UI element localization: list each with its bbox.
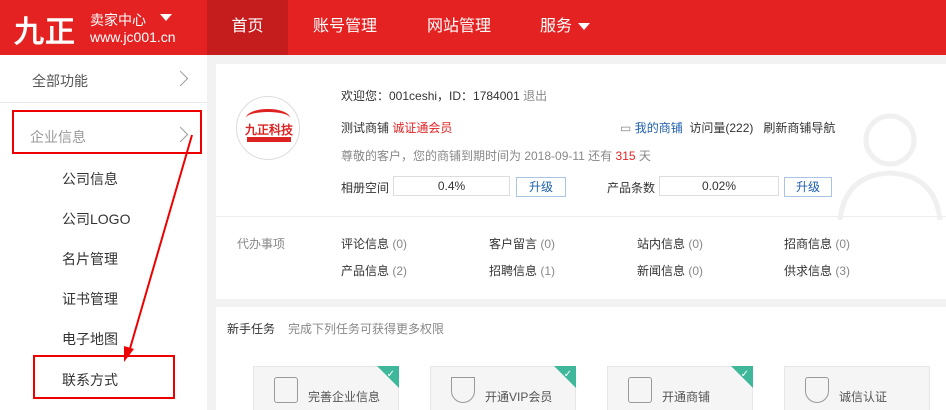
vip-diamond-icon xyxy=(451,377,475,403)
todo-label: 站内信息 xyxy=(637,237,686,251)
shop-icon: ▭ xyxy=(620,121,632,135)
logo-bar xyxy=(247,137,291,142)
user-silhouette-icon xyxy=(820,95,946,221)
tasks-title: 新手任务 xyxy=(227,322,276,336)
site-logo: 九正 xyxy=(14,15,76,50)
expiry-notice: 尊敬的客户，您的商铺到期时间为 2018-09-11 还有 315 天 xyxy=(341,147,651,164)
task-label: 完善企业信息 xyxy=(308,390,381,404)
expiry-days: 315 xyxy=(615,149,636,163)
sidebar-item-certificate[interactable]: 证书管理 xyxy=(62,289,118,309)
todo-title: 代办事项 xyxy=(237,237,286,251)
todo-count: (3) xyxy=(835,264,851,278)
refresh-nav-link[interactable]: 刷新商铺导航 xyxy=(763,121,835,135)
product-usage-bar: 0.02% xyxy=(659,176,779,196)
sidebar-all-label: 全部功能 xyxy=(32,73,88,89)
member-type[interactable]: 诚证通会员 xyxy=(392,121,452,135)
chevron-right-icon xyxy=(172,70,189,87)
todo-item[interactable]: 新闻信息 (0) xyxy=(637,262,703,279)
sidebar-item-company-logo[interactable]: 公司LOGO xyxy=(62,209,130,229)
shield-check-icon xyxy=(805,377,829,403)
todo-item[interactable]: 评论信息 (0) xyxy=(341,235,407,252)
document-icon xyxy=(274,377,298,403)
task-card-enterprise[interactable]: 完善企业信息 ✓ xyxy=(253,366,399,410)
album-usage-bar: 0.4% xyxy=(393,176,510,196)
album-upgrade-button[interactable]: 升级 xyxy=(516,177,566,197)
center-title[interactable]: 卖家中心 xyxy=(90,10,146,30)
divider xyxy=(216,216,946,217)
sidebar-item-company-info[interactable]: 公司信息 xyxy=(62,169,118,189)
tasks-subtitle: 完成下列任务可获得更多权限 xyxy=(288,322,445,336)
shop-name: 测试商铺 xyxy=(341,121,390,135)
todo-label: 招聘信息 xyxy=(489,264,538,278)
todo-item[interactable]: 产品信息 (2) xyxy=(341,262,407,279)
highlight-box-section xyxy=(12,110,202,154)
todo-item[interactable]: 供求信息 (3) xyxy=(784,262,850,279)
check-icon: ✓ xyxy=(563,369,572,380)
expiry-suffix: 天 xyxy=(638,149,651,163)
todo-label: 招商信息 xyxy=(784,237,833,251)
check-icon: ✓ xyxy=(386,369,395,380)
welcome-label: 欢迎您：001ceshi，ID：1784001 xyxy=(341,89,520,103)
check-icon: ✓ xyxy=(740,369,749,380)
task-card-shop[interactable]: 开通商铺 ✓ xyxy=(607,366,753,410)
brand-area[interactable]: 九正 卖家中心 www.jc001.cn xyxy=(0,0,207,55)
todo-count: (2) xyxy=(392,264,408,278)
todo-count: (0) xyxy=(688,237,704,251)
product-upgrade-button[interactable]: 升级 xyxy=(784,177,832,197)
nav-service-label: 服务 xyxy=(539,18,572,35)
welcome-text: 欢迎您：001ceshi，ID：1784001 退出 xyxy=(341,87,547,104)
task-label: 开通商铺 xyxy=(662,390,711,404)
logo-text: 九正科技 xyxy=(244,123,293,137)
todo-label: 评论信息 xyxy=(341,237,390,251)
nav-home[interactable]: 首页 xyxy=(207,0,288,55)
todo-count: (1) xyxy=(540,264,556,278)
album-label: 相册空间 xyxy=(341,181,390,195)
todo-label: 供求信息 xyxy=(784,264,833,278)
sidebar-all-functions[interactable]: 全部功能 xyxy=(0,55,207,103)
sidebar-item-map[interactable]: 电子地图 xyxy=(62,329,118,349)
todo-count: (0) xyxy=(392,237,408,251)
nav-service[interactable]: 服务 xyxy=(525,0,605,55)
todo-label: 客户留言 xyxy=(489,237,538,251)
caret-down-icon[interactable] xyxy=(160,14,172,21)
domain-text: www.jc001.cn xyxy=(90,29,176,45)
company-logo: 九正科技 xyxy=(236,96,300,160)
todo-label: 产品信息 xyxy=(341,264,390,278)
todo-item[interactable]: 站内信息 (0) xyxy=(637,235,703,252)
storefront-icon xyxy=(628,377,652,403)
my-shop-link[interactable]: 我的商铺 xyxy=(635,121,683,135)
sidebar-item-card[interactable]: 名片管理 xyxy=(62,249,118,269)
todo-count: (0) xyxy=(835,237,851,251)
task-card-vip[interactable]: 开通VIP会员 ✓ xyxy=(430,366,576,410)
product-label: 产品条数 xyxy=(607,181,656,195)
shop-name-row: 测试商铺 诚证通会员 xyxy=(341,119,452,136)
caret-down-icon xyxy=(578,23,590,31)
nav-website[interactable]: 网站管理 xyxy=(414,0,504,55)
todo-count: (0) xyxy=(540,237,556,251)
top-bar: 九正 卖家中心 www.jc001.cn 首页 账号管理 网站管理 服务 xyxy=(0,0,946,55)
shop-links: ▭ 我的商铺 访问量(222) 刷新商铺导航 xyxy=(620,119,835,136)
todo-item[interactable]: 客户留言 (0) xyxy=(489,235,555,252)
todo-label: 新闻信息 xyxy=(637,264,686,278)
highlight-box-contact xyxy=(33,355,175,399)
nav-account[interactable]: 账号管理 xyxy=(300,0,390,55)
expiry-prefix: 尊敬的客户，您的商铺到期时间为 2018-09-11 还有 xyxy=(341,149,613,163)
visit-count: 访问量(222) xyxy=(689,121,754,135)
task-card-integrity[interactable]: 诚信认证 xyxy=(784,366,930,410)
todo-count: (0) xyxy=(688,264,704,278)
todo-item[interactable]: 招聘信息 (1) xyxy=(489,262,555,279)
task-label: 诚信认证 xyxy=(839,390,888,404)
logout-link[interactable]: 退出 xyxy=(523,89,547,103)
todo-item[interactable]: 招商信息 (0) xyxy=(784,235,850,252)
task-label: 开通VIP会员 xyxy=(485,390,553,404)
